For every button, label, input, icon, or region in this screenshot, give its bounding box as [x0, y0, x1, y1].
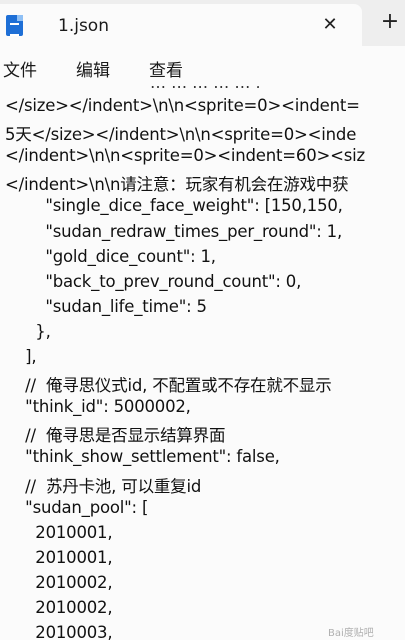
close-tab-icon[interactable]: ✕ [318, 13, 342, 37]
code-line: 2010001, [5, 522, 113, 542]
code-line: // 俺寻思仪式id, 不配置或不存在就不显示 [5, 376, 332, 396]
menu-bar: 文件 编辑 查看 [0, 46, 405, 86]
tab-title: 1.json [58, 16, 109, 36]
code-line: </size></indent>\n\n<sprite=0><indent= [5, 96, 360, 115]
code-line: "think_show_settlement": false, [5, 447, 280, 467]
cut-off-line-text: … … … … … , [150, 86, 261, 88]
code-line: "sudan_pool": [ [5, 497, 149, 517]
menu-view[interactable]: 查看 [149, 56, 183, 81]
code-line: 2010003, [5, 623, 113, 640]
code-line: 2010002, [5, 598, 113, 617]
code-line: "back_to_prev_round_count": 0, [5, 271, 302, 291]
text-editor[interactable]: … … … … … , </size></indent>\n\n<sprite=… [0, 86, 405, 640]
code-line: "think_id": 5000002, [5, 397, 191, 417]
code-line: "sudan_life_time": 5 [5, 296, 207, 316]
menu-edit[interactable]: 编辑 [76, 56, 110, 81]
menu-file[interactable]: 文件 [3, 56, 37, 81]
code-line: // 苏丹卡池, 可以重复id [5, 476, 202, 496]
code-line: </indent>\n\n请注意：玩家有机会在游戏中获 [5, 175, 349, 195]
code-line: </indent>\n\n<sprite=0><indent=60><siz [5, 146, 366, 166]
code-line: "single_dice_face_weight": [150,150, [5, 196, 343, 216]
code-line: "sudan_redraw_times_per_round": 1, [5, 221, 343, 241]
code-line: 2010002, [5, 572, 113, 592]
watermark: Bai度贴吧 [328, 628, 374, 639]
code-line: }, [5, 321, 51, 341]
file-tab[interactable]: 1.json ✕ [0, 4, 362, 46]
code-line: 5天</size></indent>\n\n<sprite=0><inde [5, 125, 357, 145]
code-line: // 俺寻思是否显示结算界面 [5, 426, 226, 446]
code-line: ], [5, 347, 37, 366]
new-tab-button[interactable]: + [378, 10, 402, 34]
cut-off-line: … … … … … , [0, 86, 405, 88]
title-bar: 1.json ✕ + [0, 0, 405, 46]
code-line: "gold_dice_count": 1, [5, 246, 216, 266]
code-line: 2010001, [5, 547, 113, 567]
notepad-icon [6, 15, 23, 36]
